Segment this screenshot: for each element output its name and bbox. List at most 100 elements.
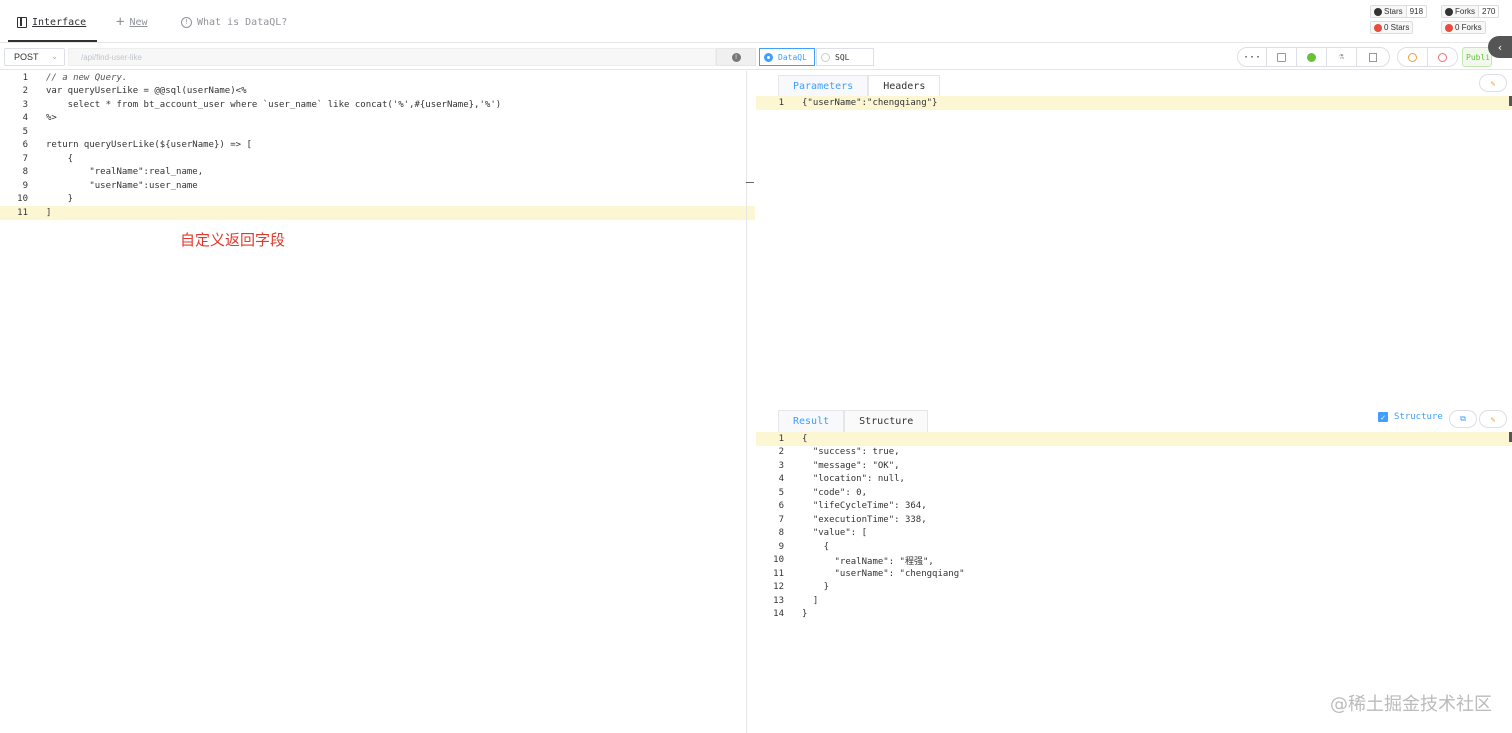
code-text: ] [46, 207, 52, 218]
mode-dataql-radio[interactable]: DataQL [759, 48, 815, 66]
result-code-line: 9 { [778, 541, 830, 552]
ban-icon [1438, 52, 1447, 62]
code-text: "success": true, [802, 447, 900, 458]
dataql-code-editor[interactable]: 1// a new Query. 2 var queryUserLike = @@… [0, 71, 755, 733]
tab-structure-label: Structure [859, 416, 914, 427]
code-line: 5 [22, 126, 28, 137]
info-icon: ! [731, 52, 741, 62]
nav-active-indicator [8, 40, 97, 42]
github-icon [1374, 7, 1382, 16]
mode-sql-radio[interactable]: SQL [816, 48, 874, 66]
annotation-text: 自定义返回字段 [180, 231, 286, 249]
resize-handle[interactable] [746, 182, 754, 183]
code-text: { [46, 153, 74, 164]
code-line: 1// a new Query. [22, 72, 128, 83]
gitee-forks-badge[interactable]: 0 Forks [1441, 21, 1486, 34]
code-text: { [802, 541, 830, 552]
more-button[interactable]: ··· [1237, 47, 1267, 67]
result-code-line: 10 "realName": "程强", [773, 555, 934, 567]
code-line: 2 var queryUserLike = @@sql(userName)<% [22, 86, 247, 97]
history-button[interactable] [1397, 47, 1428, 67]
code-text: "code": 0, [802, 487, 868, 498]
code-text: %> [46, 113, 57, 124]
play-icon [1307, 52, 1316, 62]
more-icon: ··· [1242, 51, 1262, 63]
clock-icon [1408, 52, 1417, 62]
code-line: 10 } [17, 194, 74, 205]
tab-result-label: Result [793, 416, 830, 427]
gitee-stars-label: 0 Stars [1384, 23, 1410, 32]
code-line: 9 "userName":user_name [22, 180, 198, 191]
result-code-line: 14} [773, 609, 808, 620]
tab-headers[interactable]: Headers [868, 75, 941, 97]
structure-checkbox[interactable]: ✓ Structure [1378, 412, 1443, 422]
code-text: "userName": "chengqiang" [802, 568, 965, 579]
github-forks-badge[interactable]: Forks 270 [1441, 5, 1500, 18]
diff-button[interactable] [1356, 47, 1390, 67]
code-text: "lifeCycleTime": 364, [802, 501, 927, 512]
code-text: select * from bt_account_user where `use… [46, 99, 502, 110]
gitee-forks-label: 0 Forks [1455, 23, 1482, 32]
wand-icon: ✎ [1490, 414, 1496, 424]
api-path-input[interactable]: /api/find-user-like [68, 48, 716, 66]
result-code-line: 13 ] [773, 595, 819, 606]
tab-result[interactable]: Result [778, 410, 845, 432]
copy-result-button[interactable]: ⧉ [1449, 410, 1477, 428]
nav-new-label: New [129, 16, 148, 28]
params-code-line[interactable]: 1 {"userName":"chengqiang"} [756, 96, 1512, 110]
gitee-icon [1445, 23, 1453, 32]
gitee-icon [1374, 23, 1382, 32]
chevron-down-icon: ⌄ [51, 52, 58, 61]
code-text: "realName":real_name, [46, 167, 204, 178]
plus-icon: + [116, 14, 125, 30]
format-result-button[interactable]: ✎ [1479, 410, 1507, 428]
result-code-line: 3 "message": "OK", [778, 460, 900, 471]
code-text: "realName": "程强", [802, 556, 934, 567]
github-stars-badge[interactable]: Stars 918 [1370, 5, 1428, 18]
nav-interface[interactable]: Interface [17, 14, 86, 30]
tab-parameters-label: Parameters [793, 81, 854, 92]
http-method-select[interactable]: POST ⌄ [4, 48, 65, 66]
stars-label: Stars [1384, 7, 1403, 16]
code-text: "executionTime": 338, [802, 514, 927, 525]
tab-structure[interactable]: Structure [844, 410, 929, 432]
result-code-line: 11 "userName": "chengqiang" [773, 568, 965, 579]
tab-parameters[interactable]: Parameters [778, 75, 869, 97]
publish-label: Publi... [1466, 52, 1491, 62]
code-text: } [802, 609, 808, 620]
pane-divider[interactable] [746, 71, 747, 733]
radio-icon [821, 52, 830, 62]
nav-new[interactable]: + New [116, 14, 148, 30]
disable-button[interactable] [1427, 47, 1458, 67]
result-tabs: Result Structure [778, 410, 929, 432]
stars-count: 918 [1405, 6, 1427, 17]
gitee-stars-badge[interactable]: 0 Stars [1370, 21, 1414, 34]
run-button[interactable] [1296, 47, 1327, 67]
collapse-sidebar-button[interactable]: ‹ [1488, 36, 1512, 58]
radio-icon [764, 52, 773, 62]
result-code-line: 12 } [773, 582, 830, 593]
info-icon: ! [181, 16, 192, 28]
mode-dataql-label: DataQL [778, 52, 807, 62]
tab-headers-label: Headers [883, 81, 926, 92]
nav-interface-label: Interface [32, 16, 87, 28]
code-text: } [802, 582, 830, 593]
test-button[interactable]: ⚗ [1326, 47, 1357, 67]
path-info-button[interactable]: ! [716, 48, 756, 66]
mode-sql-label: SQL [835, 52, 850, 62]
top-nav: Interface + New ! What is DataQL? Stars … [0, 0, 1512, 43]
copy-icon: ⧉ [1460, 414, 1466, 423]
result-code-line: 8 "value": [ [778, 528, 868, 539]
code-line: 4 %> [22, 113, 57, 124]
chevron-left-icon: ‹ [1496, 40, 1504, 54]
save-button[interactable] [1266, 47, 1297, 67]
code-text: "location": null, [802, 474, 905, 485]
format-params-button[interactable]: ✎ [1479, 74, 1507, 92]
request-toolbar: POST ⌄ /api/find-user-like ! DataQL SQL … [0, 44, 1512, 70]
forks-label: Forks [1455, 7, 1475, 16]
code-text: ] [802, 595, 819, 606]
code-text: // a new Query. [46, 72, 128, 83]
code-line: 8 "realName":real_name, [22, 167, 204, 178]
nav-what-is-dataql[interactable]: ! What is DataQL? [181, 14, 287, 30]
nav-what-label: What is DataQL? [197, 16, 288, 28]
